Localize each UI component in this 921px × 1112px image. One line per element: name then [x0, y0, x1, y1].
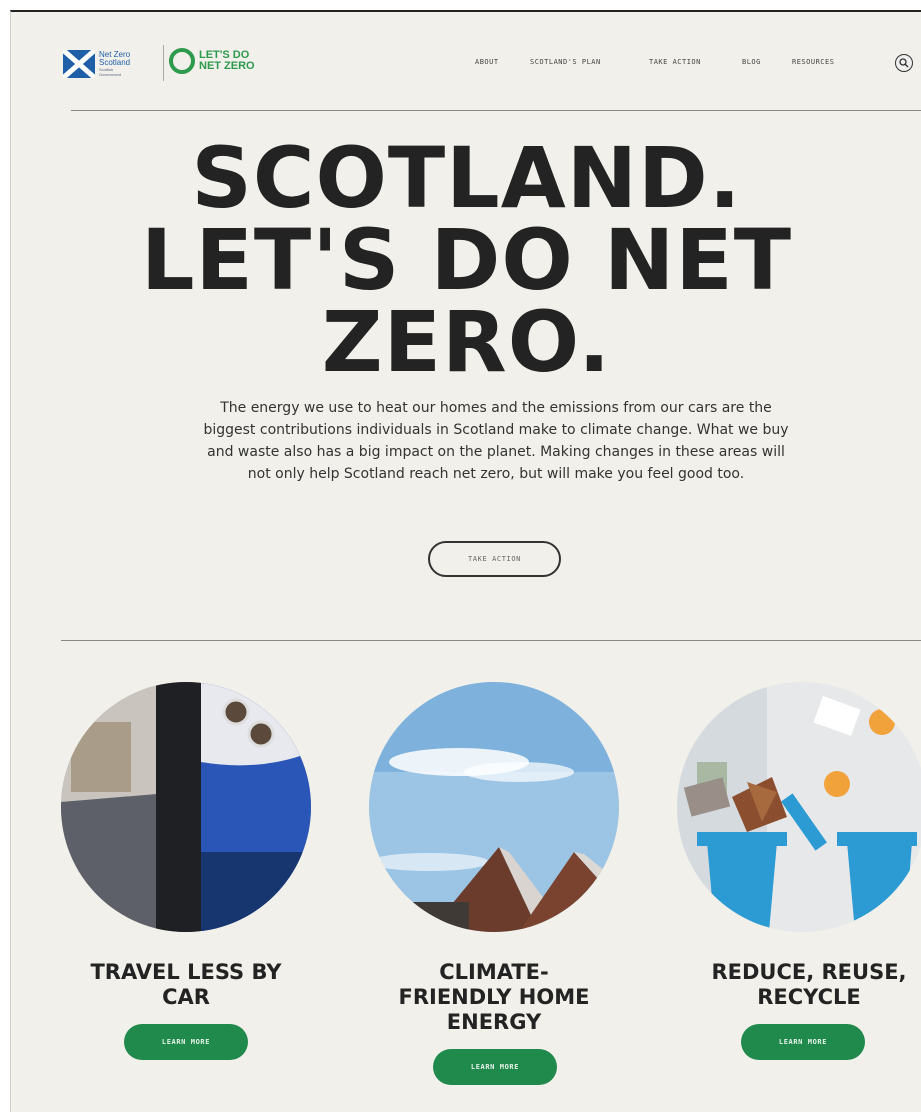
site-header: Net Zero Scotland Scottish Government LE… [11, 12, 921, 112]
ring-icon [169, 48, 195, 74]
home-energy-learn-more-button[interactable]: LEARN MORE [433, 1049, 557, 1085]
net-zero-scotland-logo[interactable]: Net Zero Scotland Scottish Government [63, 44, 163, 84]
card-title-line: CLIMATE- [439, 960, 549, 984]
campaign-logo-text: LET'S DO NET ZERO [199, 50, 255, 72]
hero-title-line: ZERO. [321, 293, 612, 391]
recycle-card-title: REDUCE, REUSE, RECYCLE [684, 960, 921, 1010]
rooftops-photo [369, 682, 619, 932]
search-icon [899, 58, 909, 68]
search-button[interactable] [895, 54, 913, 72]
section-divider [61, 640, 921, 641]
card-title-line: ENERGY [446, 1010, 542, 1034]
nav-about[interactable]: ABOUT [475, 58, 499, 66]
travel-learn-more-button[interactable]: LEARN MORE [124, 1024, 248, 1060]
hero-title-line: SCOTLAND. [191, 129, 742, 227]
take-action-button[interactable]: TAKE ACTION [428, 541, 561, 577]
travel-card-image[interactable] [61, 682, 311, 932]
campaign-logo-line2: NET ZERO [199, 60, 255, 72]
home-energy-card-title: CLIMATE- FRIENDLY HOME ENERGY [354, 960, 634, 1035]
card-title-line: RECYCLE [757, 985, 861, 1009]
card-title-line: REDUCE, REUSE, [711, 960, 907, 984]
logo-divider [163, 45, 164, 81]
nav-scotlands-plan[interactable]: SCOTLAND'S PLAN [530, 58, 601, 66]
card-title-line: TRAVEL LESS BY [90, 960, 282, 984]
recycle-learn-more-button[interactable]: LEARN MORE [741, 1024, 865, 1060]
saltire-flag-icon [63, 50, 95, 78]
nav-blog[interactable]: BLOG [742, 58, 761, 66]
home-energy-card-image[interactable] [369, 682, 619, 932]
recycle-card-image[interactable] [677, 682, 921, 932]
gov-logo-text: Net Zero Scotland Scottish Government [99, 51, 131, 78]
hero-description: The energy we use to heat our homes and … [203, 400, 789, 482]
page: Net Zero Scotland Scottish Government LE… [10, 10, 921, 1112]
gov-logo-line2: Scotland [99, 58, 131, 67]
header-divider [71, 110, 921, 111]
hero-title-line: LET'S DO NET [140, 211, 793, 309]
card-title-line: FRIENDLY HOME [398, 985, 590, 1009]
card-title-line: CAR [162, 985, 210, 1009]
nav-resources[interactable]: RESOURCES [792, 58, 834, 66]
bus-photo [61, 682, 311, 932]
nav-take-action[interactable]: TAKE ACTION [649, 58, 701, 66]
recycling-photo [677, 682, 921, 932]
travel-card-title: TRAVEL LESS BY CAR [51, 960, 321, 1010]
hero-title: SCOTLAND. LET'S DO NET ZERO. [11, 129, 921, 391]
lets-do-net-zero-logo[interactable]: LET'S DO NET ZERO [169, 48, 255, 74]
gov-logo-line4: Government [99, 72, 122, 77]
